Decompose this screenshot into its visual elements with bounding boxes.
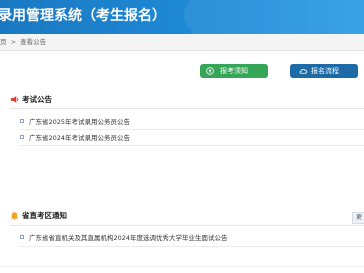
megaphone-icon (10, 95, 19, 104)
notice-item[interactable]: 广东省省直机关及其直属机构2024年度选调优秀大学毕业生面试公告 (20, 233, 228, 243)
more-link[interactable]: 更 (352, 212, 364, 224)
exam-announcements-title: 考试公告 (10, 95, 52, 105)
region-notices-title-text: 省直考区通知 (22, 211, 67, 220)
cloud-icon (299, 66, 308, 74)
notice-link[interactable]: 广东省省直机关及其直属机构2024年度选调优秀大学毕业生面试公告 (29, 234, 228, 242)
breadcrumb-home-link[interactable]: 页 (0, 38, 7, 46)
registration-flow-label: 报名流程 (311, 67, 339, 75)
location-pin-icon (206, 66, 214, 75)
app-header: 录用管理系统（考生报名） (0, 0, 364, 34)
breadcrumb: 页 > 查看公告 (0, 34, 364, 51)
breadcrumb-separator: > (10, 38, 17, 46)
bell-icon (10, 211, 19, 220)
exam-notice-button[interactable]: 报考须知 (200, 64, 268, 78)
bullet-icon (20, 235, 24, 239)
exam-notice-label: 报考须知 (220, 67, 248, 75)
registration-flow-button[interactable]: 报名流程 (290, 64, 358, 78)
item-divider (18, 129, 364, 130)
announcement-item[interactable]: 广东省2024年考试录用公务员公告 (20, 133, 130, 143)
bullet-icon (20, 135, 24, 139)
section-divider (10, 108, 364, 109)
announcement-link[interactable]: 广东省2024年考试录用公务员公告 (29, 134, 130, 142)
header-decoration (184, 0, 364, 34)
footer-divider (0, 266, 364, 267)
exam-announcements-title-text: 考试公告 (22, 95, 52, 104)
app-title: 录用管理系统（考生报名） (0, 8, 166, 24)
section-divider (10, 225, 364, 226)
item-divider (18, 246, 364, 247)
announcement-item[interactable]: 广东省2025年考试录用公务员公告 (20, 117, 130, 127)
announcement-link[interactable]: 广东省2025年考试录用公务员公告 (29, 118, 130, 126)
region-notices-title: 省直考区通知 (10, 211, 67, 221)
item-divider (18, 145, 364, 146)
breadcrumb-current: 查看公告 (20, 38, 47, 46)
bullet-icon (20, 119, 24, 123)
